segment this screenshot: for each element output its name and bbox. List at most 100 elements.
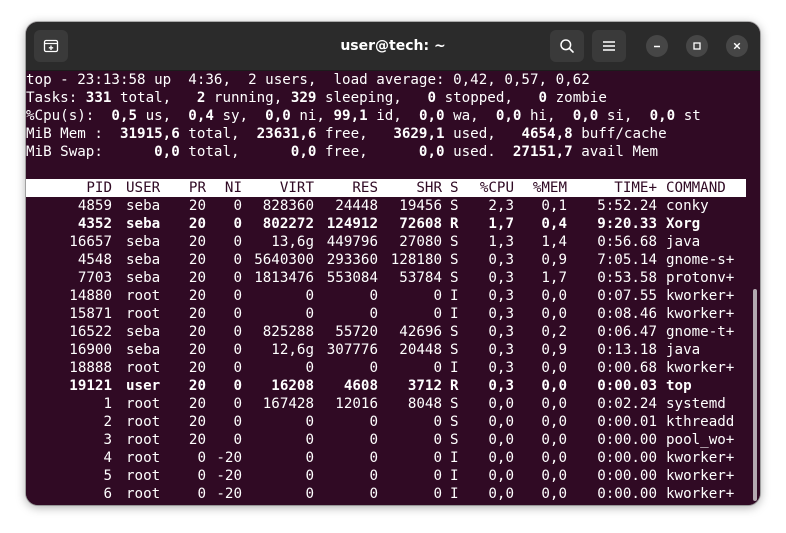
cell-ni: 0 <box>233 396 242 412</box>
maximize-button[interactable] <box>686 35 708 57</box>
search-icon <box>560 39 574 53</box>
cell-res: 4608 <box>343 378 378 394</box>
summary-swap-line: MiB Swap: 0,0 total, 0,0 free, 0,0 used.… <box>26 143 658 161</box>
cell-pid: 18888 <box>69 360 112 376</box>
cell-shr: 3712 <box>407 378 442 394</box>
cell-cpu: 0,0 <box>488 432 514 448</box>
cell-virt: 802272 <box>262 216 314 232</box>
cell-user: seba <box>126 324 161 340</box>
cell-mem: 0,0 <box>541 288 567 304</box>
cell-command: gnome-s+ <box>666 252 735 268</box>
cell-user: root <box>126 486 161 502</box>
cell-ni: 0 <box>233 270 242 286</box>
cell-shr: 0 <box>433 450 442 466</box>
cell-pid: 1 <box>103 396 112 412</box>
cell-time: 0:00.00 <box>597 450 657 466</box>
cell-user: root <box>126 432 161 448</box>
summary-tasks-line: Tasks: 331 total, 2 running, 329 sleepin… <box>26 89 607 107</box>
table-row: 14880 root 20 0 0 0 0 I 0,3 0,0 0:07.55 kworker+ <box>26 287 746 305</box>
cell-state: S <box>450 396 459 412</box>
hamburger-menu-icon <box>603 41 615 51</box>
cell-user: seba <box>126 216 161 232</box>
cell-time: 0:13.18 <box>597 342 657 358</box>
cell-command: kworker+ <box>666 288 735 304</box>
search-button[interactable] <box>550 30 584 62</box>
cell-virt: 167428 <box>262 396 314 412</box>
cell-shr: 0 <box>433 288 442 304</box>
table-row: 7703 seba 20 0 1813476 553084 53784 S 0,3 1,7 0:53… <box>26 269 746 287</box>
cell-cpu: 0,3 <box>488 360 514 376</box>
summary-label: id, <box>367 108 419 124</box>
cell-time: 5:52.24 <box>597 198 657 214</box>
summary-label: sleeping, <box>316 90 428 106</box>
cell-command: Xorg <box>666 216 701 232</box>
cell-mem: 1,4 <box>541 234 567 250</box>
cell-time: 0:07.55 <box>597 288 657 304</box>
cell-res: 0 <box>369 450 378 466</box>
cell-shr: 19456 <box>399 198 442 214</box>
cell-pid: 5 <box>103 468 112 484</box>
column-header-pr: PR <box>188 180 206 196</box>
cell-pr: 0 <box>197 450 206 466</box>
summary-value: 0,0 <box>290 144 317 160</box>
cell-state: I <box>450 306 459 322</box>
cell-time: 0:00.03 <box>597 378 657 394</box>
cell-virt: 0 <box>305 468 314 484</box>
new-tab-button[interactable] <box>34 30 68 62</box>
cell-time: 0:00.68 <box>597 360 657 376</box>
cell-pr: 0 <box>197 486 206 502</box>
cell-virt: 0 <box>305 288 314 304</box>
cell-virt: 13,6g <box>271 234 314 250</box>
cell-cpu: 0,0 <box>488 486 514 502</box>
column-header-state: S <box>450 180 459 196</box>
cell-virt: 0 <box>305 414 314 430</box>
cell-res: 24448 <box>335 198 378 214</box>
table-row: 4 root 0 -20 0 0 0 I 0,0 0,0 0:00.00 kworker+ <box>26 449 746 467</box>
cell-cpu: 0,3 <box>488 324 514 340</box>
cell-ni: 0 <box>233 360 242 376</box>
table-row: 15871 root 20 0 0 0 0 I 0,3 0,0 0:08.46 kworker+ <box>26 305 746 323</box>
cell-cpu: 0,3 <box>488 306 514 322</box>
summary-label: used. <box>444 144 513 160</box>
cell-ni: -20 <box>216 468 242 484</box>
cell-mem: 0,0 <box>541 306 567 322</box>
cell-ni: 0 <box>233 234 242 250</box>
summary-value: 0,4 <box>188 108 214 124</box>
cell-res: 0 <box>369 414 378 430</box>
cell-pr: 20 <box>188 234 206 250</box>
scrollbar-thumb[interactable] <box>753 289 757 501</box>
cell-cpu: 0,3 <box>488 378 514 394</box>
cell-user: root <box>126 288 161 304</box>
summary-label: buff/cache <box>572 126 667 142</box>
cell-res: 0 <box>369 288 378 304</box>
summary-value: 0,0 <box>418 144 445 160</box>
cell-mem: 1,7 <box>541 270 567 286</box>
minimize-button[interactable] <box>646 35 668 57</box>
cell-cpu: 1,3 <box>488 234 514 250</box>
menu-button[interactable] <box>592 30 626 62</box>
column-header-time: TIME+ <box>614 180 657 196</box>
cell-pid: 6 <box>103 486 112 502</box>
terminal-output[interactable]: top - 23:13:58 up 4:36, 2 users, load av… <box>26 71 760 505</box>
cell-virt: 12,6g <box>271 342 314 358</box>
cell-time: 0:08.46 <box>597 306 657 322</box>
cell-ni: 0 <box>233 288 242 304</box>
summary-label: total, <box>111 90 197 106</box>
table-row: 16900 seba 20 0 12,6g 307776 20448 S 0,3 0,9 0:13.… <box>26 341 746 359</box>
summary-value: 0,0 <box>418 108 445 124</box>
cell-shr: 0 <box>433 414 442 430</box>
cell-mem: 0,1 <box>541 198 567 214</box>
table-row: 6 root 0 -20 0 0 0 I 0,0 0,0 0:00.00 kworker+ <box>26 485 746 503</box>
cell-ni: 0 <box>233 198 242 214</box>
cell-mem: 0,0 <box>541 486 567 502</box>
cell-user: seba <box>126 342 161 358</box>
cell-time: 0:00.00 <box>597 486 657 502</box>
cell-state: S <box>450 432 459 448</box>
close-button[interactable] <box>726 35 748 57</box>
cell-shr: 0 <box>433 468 442 484</box>
column-header-virt: VIRT <box>279 180 314 196</box>
cell-cpu: 0,3 <box>488 270 514 286</box>
cell-user: seba <box>126 234 161 250</box>
cell-time: 0:56.68 <box>597 234 657 250</box>
cell-time: 0:02.24 <box>597 396 657 412</box>
